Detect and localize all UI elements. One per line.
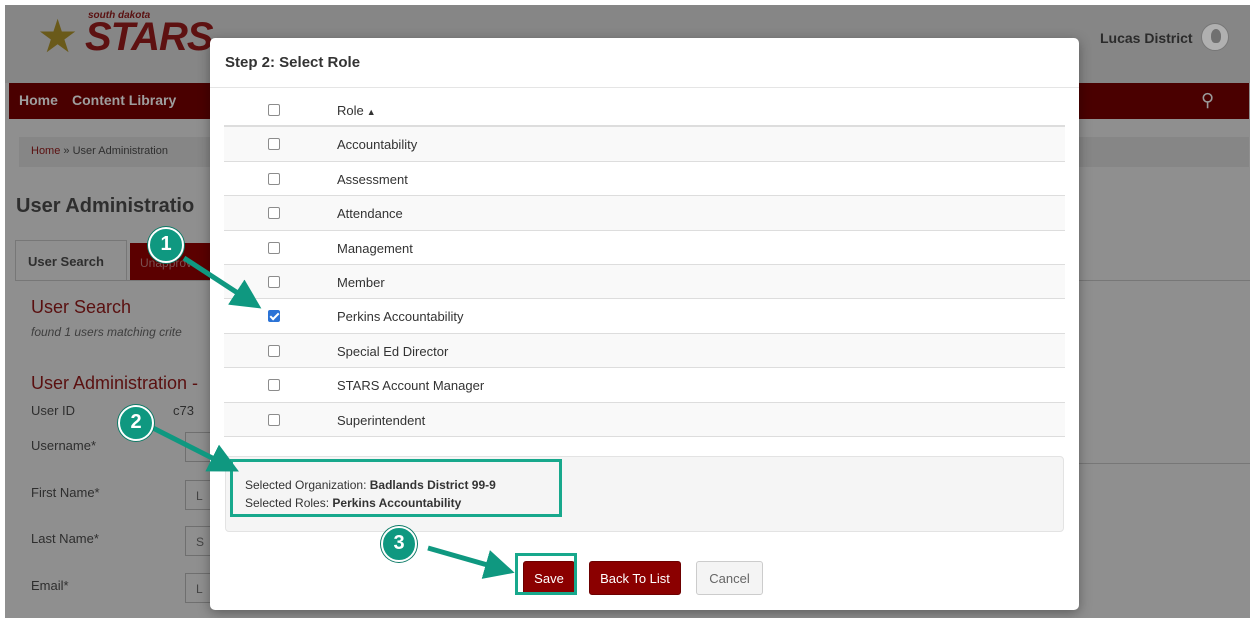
- step-badge-2: 2: [118, 405, 154, 441]
- step-badge-1: 1: [148, 227, 184, 263]
- arrow-2: [151, 425, 239, 472]
- page-frame: ★ south dakota STARS Lucas District Home…: [5, 5, 1250, 618]
- step-badge-3: 3: [381, 526, 417, 562]
- annotation-arrows: [151, 255, 515, 579]
- arrow-3: [427, 545, 515, 579]
- arrow-1: [182, 255, 262, 309]
